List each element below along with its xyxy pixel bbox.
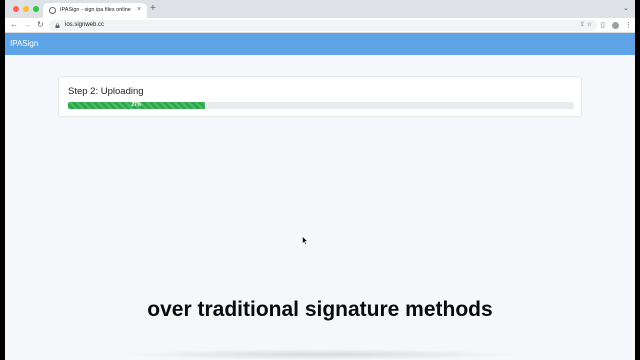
bottom-shadow	[120, 349, 520, 360]
close-window-button[interactable]	[13, 6, 19, 12]
upload-progress-bar: 27%	[68, 102, 574, 109]
tab-ipasign[interactable]: IPASign - sign ipa files online ×	[43, 3, 147, 18]
app-brand-link[interactable]: IPASign	[10, 39, 38, 49]
video-caption: over traditional signature methods	[147, 298, 493, 321]
upload-progress-fill: 27%	[68, 102, 205, 109]
forward-button[interactable]: →	[23, 19, 31, 31]
share-bookmark-icons[interactable]: ⇪ ☆	[580, 21, 592, 30]
profile-avatar[interactable]	[612, 22, 619, 29]
app-navbar: IPASign	[5, 33, 635, 55]
url-text: ios.signweb.cc	[65, 22, 105, 28]
globe-icon	[49, 7, 56, 14]
tab-strip: IPASign - sign ipa files online × + ⌄	[5, 0, 635, 18]
tab-search-icon[interactable]: ⌄	[623, 3, 629, 15]
browser-toolbar: ← → ↻ ios.signweb.cc ⇪ ☆ ▯ ⋮	[5, 18, 635, 33]
tab-title: IPASign - sign ipa files online	[60, 7, 131, 13]
new-tab-button[interactable]: +	[150, 2, 156, 16]
side-panel-icon[interactable]: ▯	[601, 21, 605, 30]
upload-card: Step 2: Uploading 27%	[58, 76, 582, 117]
upload-progress-label: 27%	[131, 102, 142, 108]
reload-button[interactable]: ↻	[37, 19, 44, 31]
maximize-window-button[interactable]	[33, 6, 39, 12]
step-title: Step 2: Uploading	[68, 86, 144, 97]
mouse-cursor-icon	[302, 236, 308, 245]
lock-icon	[55, 23, 60, 28]
tab-close-icon[interactable]: ×	[137, 5, 141, 15]
address-bar[interactable]: ios.signweb.cc ⇪ ☆	[49, 20, 597, 31]
back-button[interactable]: ←	[10, 19, 18, 31]
menu-icon[interactable]: ⋮	[625, 21, 632, 30]
minimize-window-button[interactable]	[23, 6, 29, 12]
